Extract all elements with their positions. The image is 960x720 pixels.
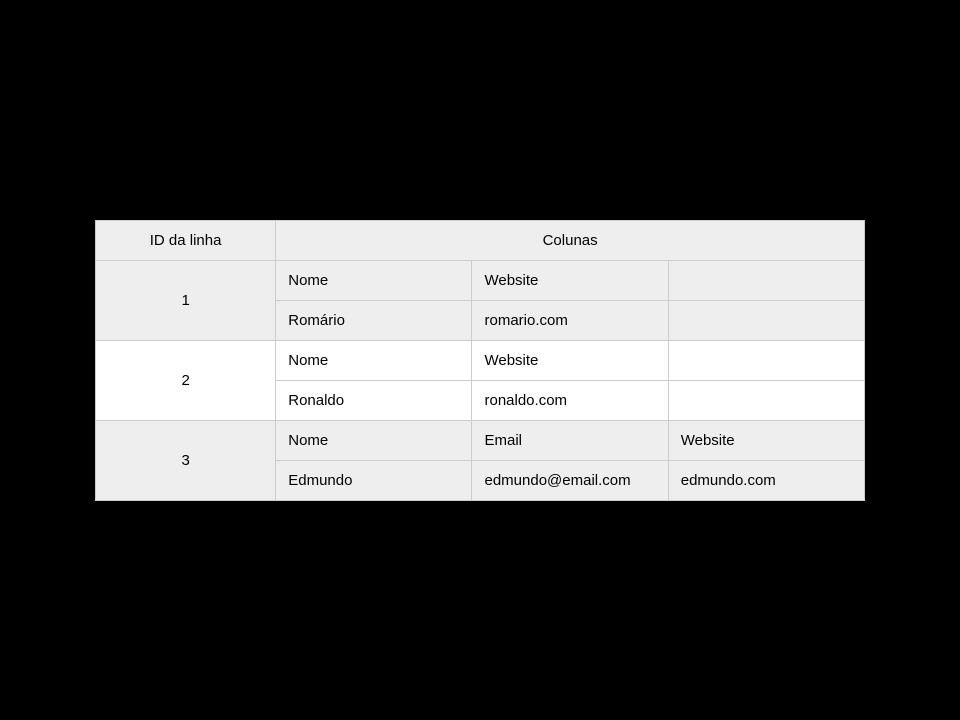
table-row: 1 Nome Website — [96, 260, 865, 300]
data-table: ID da linha Colunas 1 Nome Website Romár… — [95, 220, 865, 501]
cell-value: Ronaldo — [276, 380, 472, 420]
cell-label — [668, 260, 864, 300]
table-container: ID da linha Colunas 1 Nome Website Romár… — [95, 220, 865, 501]
cell-value: Edmundo — [276, 460, 472, 500]
table-row: 2 Nome Website — [96, 340, 865, 380]
cell-value: edmundo@email.com — [472, 460, 668, 500]
table-row: 3 Nome Email Website — [96, 420, 865, 460]
cell-label: Nome — [276, 420, 472, 460]
cell-label: Nome — [276, 260, 472, 300]
cell-label: Email — [472, 420, 668, 460]
cell-value: romario.com — [472, 300, 668, 340]
cell-value: edmundo.com — [668, 460, 864, 500]
cell-label: Website — [668, 420, 864, 460]
cell-value: ronaldo.com — [472, 380, 668, 420]
table-header-row: ID da linha Colunas — [96, 220, 865, 260]
header-columns: Colunas — [276, 220, 865, 260]
row-id: 2 — [96, 340, 276, 420]
row-id: 1 — [96, 260, 276, 340]
cell-value: Romário — [276, 300, 472, 340]
cell-value — [668, 380, 864, 420]
header-id: ID da linha — [96, 220, 276, 260]
cell-label: Nome — [276, 340, 472, 380]
cell-label: Website — [472, 340, 668, 380]
cell-label — [668, 340, 864, 380]
cell-value — [668, 300, 864, 340]
cell-label: Website — [472, 260, 668, 300]
row-id: 3 — [96, 420, 276, 500]
